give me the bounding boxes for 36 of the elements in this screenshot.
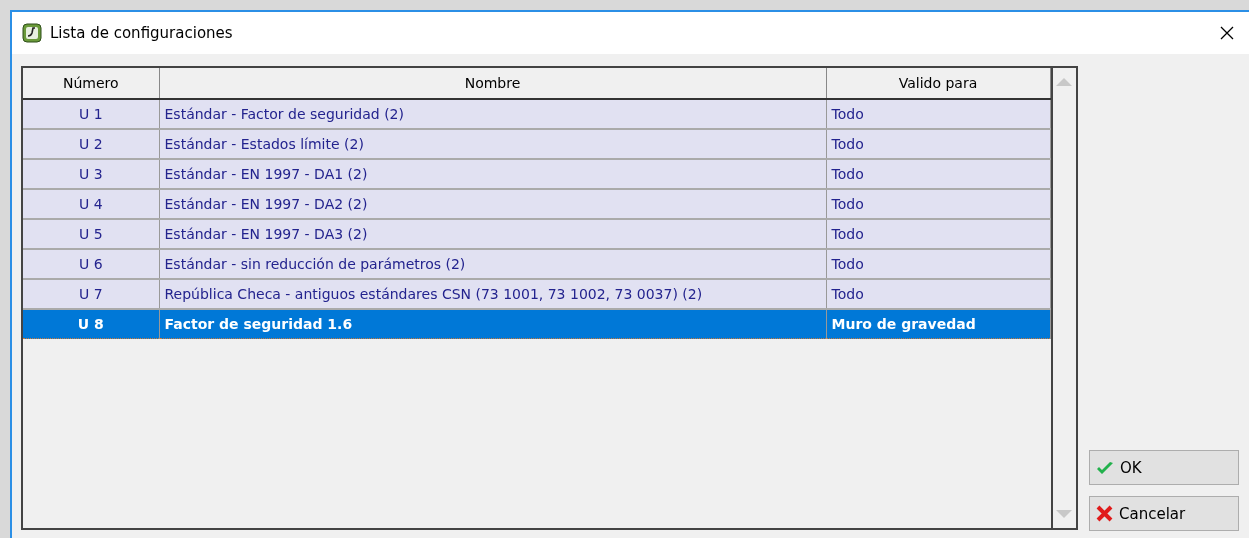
column-header[interactable]: Nombre xyxy=(159,68,826,99)
table-cell: U 4 xyxy=(23,189,159,219)
table-cell: Estándar - Factor de seguridad (2) xyxy=(159,99,826,129)
table-cell: Estándar - EN 1997 - DA2 (2) xyxy=(159,189,826,219)
table-cell: Todo xyxy=(826,279,1050,309)
table-cell: Factor de seguridad 1.6 xyxy=(159,309,826,339)
table-cell: República Checa - antiguos estándares CSN (73 1001, 73 1002, 73 0037) (2) xyxy=(159,279,826,309)
table-cell: U 7 xyxy=(23,279,159,309)
table-cell: Estándar - sin reducción de parámetros (2) xyxy=(159,249,826,279)
table-cell: Todo xyxy=(826,219,1050,249)
column-header[interactable]: Valido para xyxy=(826,68,1050,99)
table-cell: Todo xyxy=(826,99,1050,129)
table-cell: Todo xyxy=(826,189,1050,219)
ok-button[interactable]: OK xyxy=(1089,450,1239,485)
table-cell: Todo xyxy=(826,129,1050,159)
window-title: Lista de configuraciones xyxy=(50,24,234,42)
table-cell: U 3 xyxy=(23,159,159,189)
cancel-button[interactable]: Cancelar xyxy=(1089,496,1239,531)
table-cell: Estándar - Estados límite (2) xyxy=(159,129,826,159)
table-cell: U 6 xyxy=(23,249,159,279)
table-cell: U 2 xyxy=(23,129,159,159)
table-cell: Muro de gravedad xyxy=(826,309,1050,339)
table-cell: U 5 xyxy=(23,219,159,249)
app-icon xyxy=(22,23,42,43)
scroll-down-icon[interactable] xyxy=(1056,510,1073,518)
table-cell: U 8 xyxy=(23,309,159,339)
column-header[interactable]: Número xyxy=(23,68,159,99)
table-cell: Estándar - EN 1997 - DA3 (2) xyxy=(159,219,826,249)
close-button[interactable] xyxy=(1219,25,1235,41)
cross-icon xyxy=(1096,505,1113,522)
scroll-up-icon[interactable] xyxy=(1056,78,1073,86)
table-cell: Todo xyxy=(826,249,1050,279)
table-cell: Estándar - EN 1997 - DA1 (2) xyxy=(159,159,826,189)
check-icon xyxy=(1096,460,1114,475)
table-cell: Todo xyxy=(826,159,1050,189)
table-cell: U 1 xyxy=(23,99,159,129)
